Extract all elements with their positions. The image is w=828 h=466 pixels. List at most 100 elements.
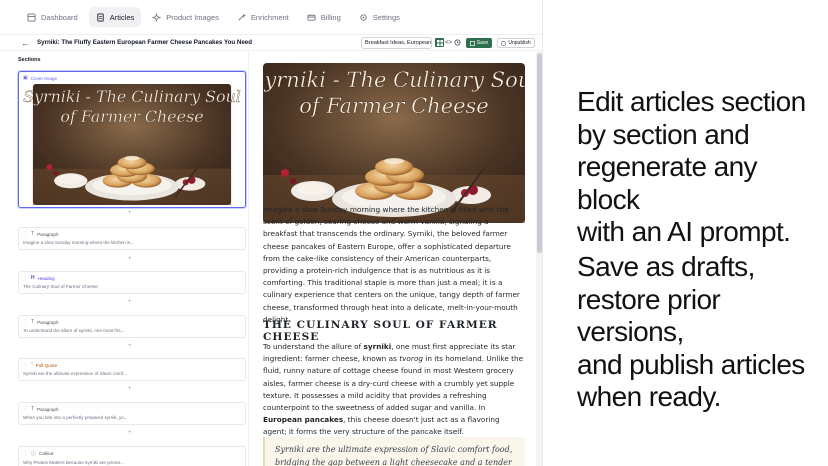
text-icon: T (31, 231, 35, 237)
code-icon[interactable]: <> (444, 38, 453, 47)
nav-articles-label: Articles (109, 12, 135, 22)
card-header: ⋮ H Heading (19, 272, 245, 281)
card-type-label: Pull Quote (35, 362, 58, 368)
nav-enrichment-label: Enrichment (250, 12, 289, 22)
add-section-icon[interactable]: + (128, 386, 132, 392)
card-type-label: Cover Image (30, 75, 58, 81)
pull-quote[interactable]: Syrniki are the ultimate expression of S… (263, 437, 525, 466)
card-type-label: Paragraph (37, 231, 59, 237)
nav-articles[interactable]: Articles (88, 7, 142, 27)
paragraph-text: To understand the allure of syrniki, one… (263, 341, 525, 439)
cover-image-thumbnail (23, 84, 241, 205)
drag-handle-icon[interactable]: ⋮ (23, 275, 28, 281)
section-card-paragraph[interactable]: ⋮ T Paragraph To understand the allure o… (18, 315, 246, 338)
section-card-heading[interactable]: ⋮ H Heading The Culinary Soul of Farmer … (18, 271, 246, 294)
article-heading[interactable]: THE CULINARY SOUL OF FARMER CHEESE (263, 319, 525, 343)
text-run: To understand the allure of (263, 342, 364, 351)
image-icon: ▣ (23, 75, 28, 81)
pull-quote-text: Syrniki are the ultimate expression of S… (275, 445, 513, 466)
card-preview-text: The Culinary Soul of Farmer Cheese (23, 284, 98, 289)
save-icon (469, 40, 475, 46)
arrow-left-icon[interactable]: ← (21, 38, 30, 48)
marketing-line: regenerate any block (577, 151, 758, 215)
card-preview-text: Why Protein Matters Because syrniki are … (23, 460, 124, 465)
text-icon: T (31, 319, 35, 325)
marketing-line: when ready. (577, 381, 721, 412)
marketing-text-publish: Save as drafts, restore prior versions, … (577, 251, 817, 414)
nav-settings[interactable]: Settings (352, 7, 407, 27)
enrichment-icon (238, 13, 246, 21)
heading-text: THE CULINARY SOUL OF FARMER CHEESE (263, 319, 498, 343)
card-header: ⋮ T Paragraph (19, 403, 245, 412)
section-card-pull-quote[interactable]: ⋮ “ Pull Quote Syrniki are the ultimate … (18, 358, 246, 381)
drag-handle-icon[interactable]: ⋮ (23, 362, 28, 368)
history-icon[interactable] (453, 38, 462, 47)
globe-icon (501, 40, 507, 46)
drag-handle-icon[interactable]: ⋮ (23, 406, 28, 412)
preview-scrollbar-thumb[interactable] (537, 53, 542, 253)
product-images-icon (152, 12, 162, 22)
top-nav: Dashboard Articles Product Images Enrich… (0, 0, 542, 34)
nav-product-images-label: Product Images (166, 12, 219, 22)
cover-image: Syrniki - The Culinary Soul of Farmer Ch… (263, 63, 525, 223)
add-section-icon[interactable]: + (128, 343, 132, 349)
section-card-paragraph[interactable]: ⋮ T Paragraph Imagine a slow Sunday morn… (18, 227, 246, 250)
italic-text: tvorog (399, 354, 423, 364)
dashboard-icon (27, 12, 36, 22)
nav-billing[interactable]: Billing (300, 7, 348, 27)
card-type-label: Heading (37, 275, 55, 281)
marketing-line: and publish articles (577, 348, 805, 380)
paragraph-farmer-cheese[interactable]: To understand the allure of syrniki, one… (263, 341, 525, 439)
section-card-cover-image[interactable]: ▣ Cover Image (18, 71, 246, 208)
sections-sidebar: Sections ▣ Cover Image + ⋮ T Paragraph I… (0, 52, 249, 466)
articles-icon (97, 12, 104, 22)
editor-toolbar: ← Syrniki: The Fluffy Eastern European F… (0, 34, 542, 51)
card-header: ⋮ T Paragraph (19, 228, 245, 237)
section-card-paragraph[interactable]: ⋮ T Paragraph When you bite into a perfe… (18, 402, 246, 425)
section-card-callout[interactable]: ⋮ ⓘ Callout Why Protein Matters Because … (18, 446, 246, 466)
marketing-line: Save as drafts, (577, 251, 755, 282)
marketing-line: with an AI prompt. (577, 216, 791, 247)
drag-handle-icon[interactable]: ⋮ (23, 231, 28, 237)
info-icon: ⓘ (31, 451, 37, 457)
unpublish-button[interactable]: Unpublish (497, 38, 535, 48)
drag-handle-icon[interactable]: ⋮ (23, 451, 28, 457)
nav-product-images[interactable]: Product Images (145, 7, 226, 27)
card-type-label: Paragraph (37, 406, 59, 412)
card-type-label: Paragraph (37, 319, 59, 325)
card-preview-text: When you bite into a perfectly prepared … (23, 415, 128, 420)
billing-icon (307, 14, 316, 21)
text-icon: T (31, 406, 35, 412)
card-header: ⋮ T Paragraph (19, 316, 245, 325)
card-preview-text: Syrniki are the ultimate expression of S… (23, 371, 127, 376)
sections-title: Sections (18, 57, 41, 63)
add-section-icon[interactable]: + (128, 299, 132, 305)
nav-billing-label: Billing (320, 12, 341, 22)
marketing-text-edit: Edit articles section by section and reg… (577, 86, 817, 249)
unpublish-button-label: Unpublish (508, 40, 531, 46)
add-section-icon[interactable]: + (128, 430, 132, 436)
add-section-icon[interactable]: + (128, 210, 132, 216)
card-header: ▣ Cover Image (19, 72, 245, 81)
card-preview-text: Imagine a slow Sunday morning where the … (23, 240, 135, 245)
marketing-line: Edit articles section (577, 86, 806, 117)
article-title: Syrniki: The Fluffy Eastern European Far… (37, 39, 253, 46)
quote-icon: “ (31, 362, 33, 368)
paragraph-intro[interactable]: Imagine a slow Sunday morning where the … (263, 204, 525, 326)
save-button-label: Save (476, 40, 489, 46)
save-button[interactable]: Save (466, 38, 492, 48)
category-select[interactable]: Breakfast Ideas, European (361, 37, 432, 49)
grid-icon[interactable] (435, 38, 444, 47)
nav-settings-label: Settings (372, 12, 400, 22)
nav-dashboard[interactable]: Dashboard (20, 7, 85, 27)
paragraph-text: Imagine a slow Sunday morning where the … (263, 205, 520, 324)
card-header: ⋮ “ Pull Quote (19, 359, 245, 368)
nav-enrichment[interactable]: Enrichment (230, 7, 296, 27)
card-type-label: Callout (39, 451, 54, 456)
bold-text: European pancakes (263, 415, 344, 425)
heading-icon: H (31, 275, 35, 281)
drag-handle-icon[interactable]: ⋮ (23, 319, 28, 325)
card-header: ⋮ ⓘ Callout (19, 447, 245, 458)
marketing-line: restore prior versions, (577, 283, 721, 348)
add-section-icon[interactable]: + (128, 256, 132, 262)
